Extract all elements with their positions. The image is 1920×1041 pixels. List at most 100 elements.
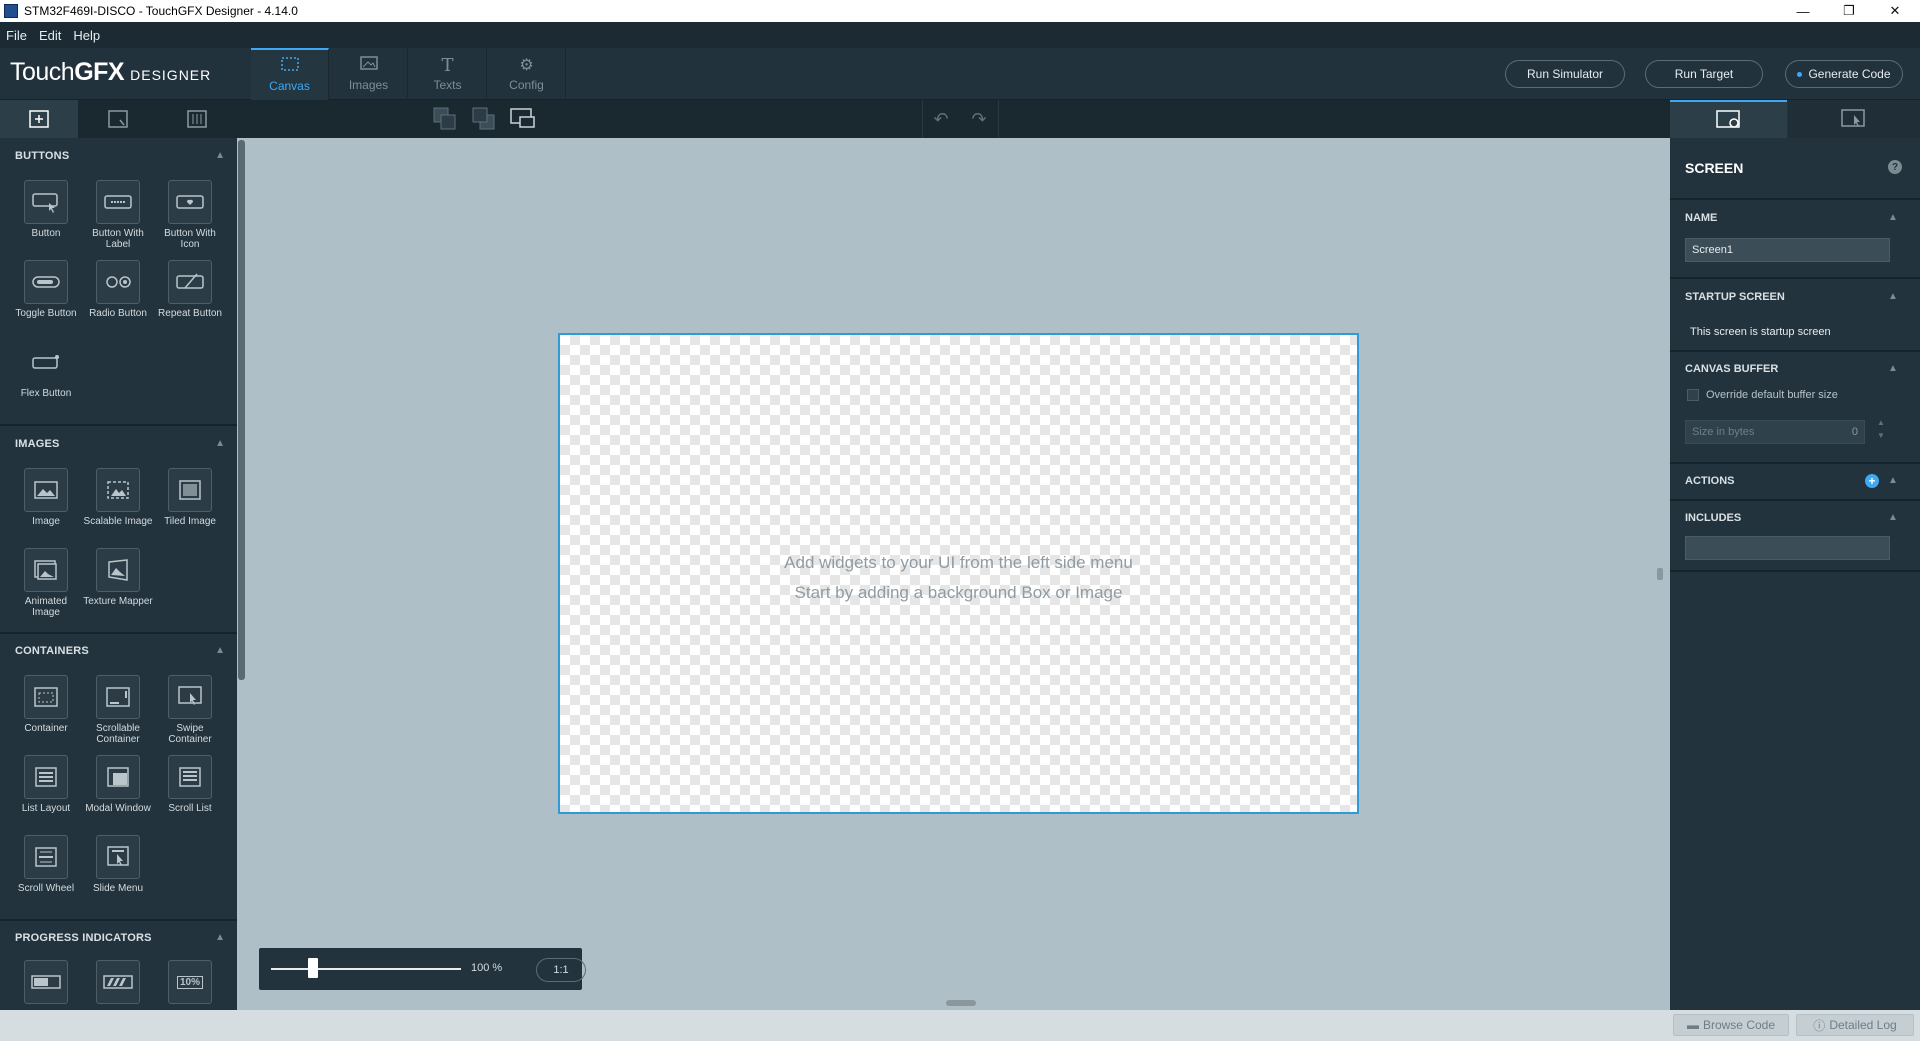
scrollable-container-icon	[96, 675, 140, 719]
widget-label: Button With Icon	[164, 228, 216, 250]
widget-list-layout[interactable]: List Layout	[10, 755, 82, 814]
collapse-images-icon[interactable]: ▲	[215, 438, 225, 449]
canvas-resize-handle[interactable]	[1657, 568, 1663, 580]
widget-scroll-list[interactable]: Scroll List	[154, 755, 226, 814]
interactions-icon	[1841, 109, 1865, 127]
tab-screen-list[interactable]	[79, 100, 157, 138]
generate-code-button[interactable]: Generate Code	[1785, 60, 1903, 88]
buffer-size-input[interactable]: Size in bytes 0	[1685, 420, 1865, 444]
menu-file[interactable]: File	[0, 28, 33, 43]
widget-container[interactable]: Container	[10, 675, 82, 734]
tab-config[interactable]: ⚙ Config	[488, 48, 566, 100]
widget-toggle-button[interactable]: Toggle Button	[10, 260, 82, 319]
spin-up-icon[interactable]: ▲	[1877, 418, 1885, 427]
add-widget-icon	[29, 110, 49, 128]
widget-text-progress[interactable]: 10%	[154, 960, 226, 1004]
tab-texts-label: Texts	[433, 78, 462, 92]
zoom-value: 100 %	[471, 962, 503, 974]
container-icon	[24, 675, 68, 719]
widget-scroll-wheel[interactable]: Scroll Wheel	[10, 835, 82, 894]
undo-icon[interactable]: ↶	[928, 106, 954, 132]
tab-add-widget[interactable]	[0, 100, 78, 138]
widget-scrollable-container[interactable]: Scrollable Container	[82, 675, 154, 745]
close-icon[interactable]: ✕	[1872, 0, 1918, 22]
send-backward-icon[interactable]	[471, 106, 497, 132]
menu-help[interactable]: Help	[67, 28, 106, 43]
menu-edit[interactable]: Edit	[33, 28, 67, 43]
add-action-icon[interactable]: +	[1865, 474, 1879, 488]
collapse-name-icon[interactable]: ▲	[1888, 212, 1898, 223]
images-icon	[359, 56, 378, 76]
zoom-slider-thumb[interactable]	[307, 958, 318, 978]
zoom-slider-track[interactable]	[271, 968, 461, 970]
widget-animated-image[interactable]: Animated Image	[10, 548, 82, 618]
collapse-includes-icon[interactable]: ▲	[1888, 512, 1898, 523]
tab-texts[interactable]: T Texts	[409, 48, 487, 100]
collapse-buttons-icon[interactable]: ▲	[215, 150, 225, 161]
swipe-container-icon	[168, 675, 212, 719]
widget-box-progress[interactable]	[10, 960, 82, 1004]
widget-label: Scroll List	[168, 803, 212, 814]
collapse-startup-icon[interactable]: ▲	[1888, 291, 1898, 302]
tab-interactions[interactable]	[1788, 100, 1920, 138]
redo-icon[interactable]: ↷	[966, 106, 992, 132]
bottom-panel-handle[interactable]	[946, 1000, 976, 1006]
startup-status-text: This screen is startup screen	[1690, 326, 1831, 338]
widget-radio-button[interactable]: Radio Button	[82, 260, 154, 319]
screen-canvas[interactable]: Add widgets to your UI from the left sid…	[558, 333, 1359, 814]
panel-divider	[1670, 277, 1920, 279]
window-title: STM32F469I-DISCO - TouchGFX Designer - 4…	[24, 4, 298, 18]
widget-image[interactable]: Image	[10, 468, 82, 527]
zoom-reset-button[interactable]: 1:1	[536, 958, 586, 982]
maximize-icon[interactable]: ❐	[1826, 0, 1872, 22]
widget-repeat-button[interactable]: Repeat Button	[154, 260, 226, 319]
help-icon[interactable]: ?	[1888, 160, 1902, 174]
detailed-log-button[interactable]: ⓘ Detailed Log	[1796, 1014, 1914, 1036]
includes-section-title: INCLUDES	[1685, 512, 1742, 524]
widget-label: List Layout	[21, 803, 71, 814]
widget-scalable-image[interactable]: Scalable Image	[82, 468, 154, 527]
spin-down-icon[interactable]: ▼	[1877, 431, 1885, 440]
properties-panel: SCREEN ? NAME ▲ Screen1 STARTUP SCREEN ▲…	[1670, 100, 1920, 1010]
tab-config-label: Config	[509, 78, 544, 92]
collapse-canvas-buffer-icon[interactable]: ▲	[1888, 363, 1898, 374]
widget-button-with-icon[interactable]: Button With Icon	[154, 180, 226, 250]
image-widget-icon	[24, 468, 68, 512]
widget-tiled-image[interactable]: Tiled Image	[154, 468, 226, 527]
left-panel-scrollbar[interactable]	[238, 140, 245, 680]
widget-image-progress[interactable]	[82, 960, 154, 1004]
widget-button-with-label[interactable]: Button With Label	[82, 180, 154, 250]
widget-swipe-container[interactable]: Swipe Container	[154, 675, 226, 745]
minimize-icon[interactable]: —	[1780, 0, 1826, 22]
browse-code-button[interactable]: ▬ Browse Code	[1673, 1014, 1789, 1036]
tab-images[interactable]: Images	[330, 48, 408, 100]
tab-properties[interactable]	[1670, 100, 1787, 138]
widget-flex-button[interactable]: Flex Button	[10, 340, 82, 399]
tab-canvas[interactable]: Canvas	[251, 48, 329, 100]
logo-designer: DESIGNER	[130, 67, 212, 83]
widget-modal-window[interactable]: Modal Window	[82, 755, 154, 814]
widget-slide-menu[interactable]: Slide Menu	[82, 835, 154, 894]
run-target-button[interactable]: Run Target	[1645, 60, 1763, 88]
includes-input[interactable]	[1685, 536, 1890, 560]
bring-forward-icon[interactable]	[432, 106, 458, 132]
arrange-icon[interactable]	[510, 106, 536, 132]
run-simulator-button[interactable]: Run Simulator	[1505, 60, 1625, 88]
screen-name-input[interactable]: Screen1	[1685, 238, 1890, 262]
widget-texture-mapper[interactable]: Texture Mapper	[82, 548, 154, 607]
override-buffer-label: Override default buffer size	[1706, 389, 1838, 401]
override-buffer-checkbox[interactable]	[1687, 389, 1699, 401]
logo-gfx: GFX	[74, 58, 125, 86]
tab-tree-view[interactable]	[158, 100, 236, 138]
collapse-actions-icon[interactable]: ▲	[1888, 475, 1898, 486]
widget-button[interactable]: Button	[10, 180, 82, 239]
widget-label: Tiled Image	[164, 516, 216, 527]
modal-window-icon	[96, 755, 140, 799]
tab-images-label: Images	[348, 78, 389, 92]
collapse-progress-icon[interactable]: ▲	[215, 932, 225, 943]
canvas-icon	[280, 57, 299, 77]
canvas-hint-line1: Add widgets to your UI from the left sid…	[784, 553, 1133, 572]
list-layout-icon	[24, 755, 68, 799]
section-divider	[0, 919, 237, 921]
collapse-containers-icon[interactable]: ▲	[215, 645, 225, 656]
